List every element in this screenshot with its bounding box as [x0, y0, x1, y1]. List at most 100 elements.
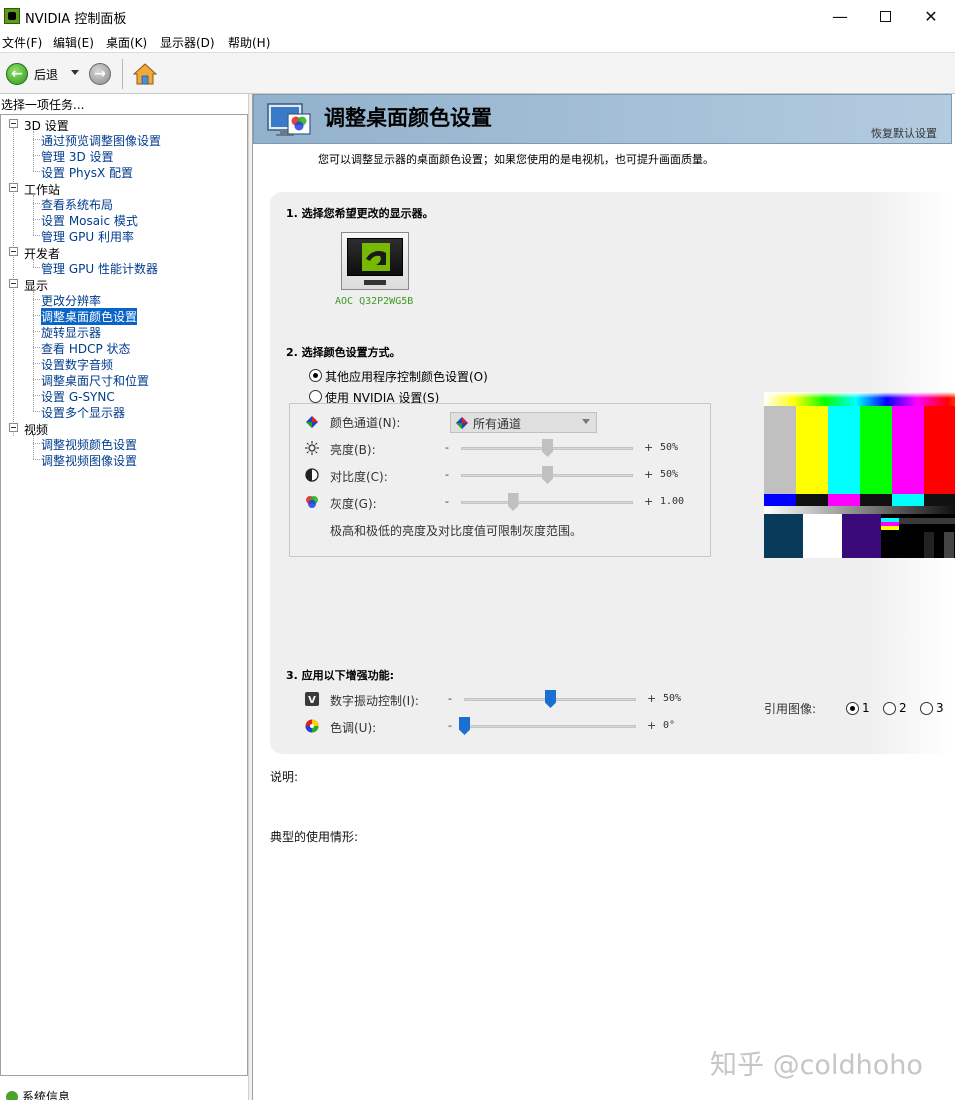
tree-item-manage-3d[interactable]: 管理 3D 设置 [41, 148, 114, 165]
reference-radio-2-label[interactable]: 2 [899, 701, 907, 715]
tree-item-gpu-counters[interactable]: 管理 GPU 性能计数器 [41, 260, 158, 277]
tree-branch-line [33, 219, 40, 220]
tree-item-preview-image[interactable]: 通过预览调整图像设置 [41, 132, 161, 149]
window-title: NVIDIA 控制面板 [25, 12, 127, 27]
hue-slider-track[interactable] [464, 725, 636, 728]
system-info-link[interactable]: 系统信息 [6, 1088, 70, 1100]
tree-branch-line [33, 299, 40, 300]
gamma-icon [306, 496, 318, 508]
svg-text:V: V [308, 695, 316, 706]
reference-radio-3[interactable] [920, 702, 933, 715]
hue-value: 0° [663, 720, 676, 731]
menu-desktop[interactable]: 桌面(K) [106, 34, 147, 51]
tree-item-desktop-size[interactable]: 调整桌面尺寸和位置 [41, 372, 149, 389]
menu-help[interactable]: 帮助(H) [228, 34, 270, 51]
gamma-value: 1.00 [660, 496, 685, 507]
task-tree: 3D 设置 通过预览调整图像设置 管理 3D 设置 设置 PhysX 配置 工作… [0, 114, 248, 1076]
expander-developer[interactable] [9, 247, 18, 256]
menu-display[interactable]: 显示器(D) [160, 34, 215, 51]
tree-item-system-topology[interactable]: 查看系统布局 [41, 196, 113, 213]
restore-defaults-link[interactable]: 恢复默认设置 [871, 125, 937, 141]
tree-item-resolution[interactable]: 更改分辨率 [41, 292, 101, 309]
task-panel-header: 选择一项任务... [1, 98, 85, 112]
tree-branch-line [33, 331, 40, 332]
page-intro: 您可以调整显示器的桌面颜色设置；如果您使用的是电视机，也可提升画面质量。 [318, 153, 714, 166]
tree-branch-line [33, 347, 40, 348]
vibrance-slider-thumb[interactable] [545, 690, 556, 708]
contrast-value: 50% [660, 469, 679, 480]
color-channel-select[interactable]: 所有通道 [450, 412, 597, 433]
expander-workstation[interactable] [9, 183, 18, 192]
tree-item-desktop-color[interactable]: 调整桌面颜色设置 [41, 308, 138, 325]
monitor-name: AOC Q32P2WG5B [335, 296, 414, 307]
watermark: 知乎 @coldhoho [710, 1050, 923, 1081]
hue-minus: - [448, 719, 452, 732]
desktop-color-icon [267, 103, 311, 136]
tree-branch-line [33, 435, 34, 459]
reference-radio-2[interactable] [883, 702, 896, 715]
radio-other-apps[interactable] [309, 369, 322, 382]
contrast-minus: - [445, 468, 449, 481]
expander-display[interactable] [9, 279, 18, 288]
usage-label: 典型的使用情形: [270, 830, 359, 844]
back-button-label[interactable]: 后退 [34, 66, 58, 83]
tree-item-digital-audio[interactable]: 设置数字音频 [41, 356, 113, 373]
home-icon[interactable] [133, 62, 157, 86]
tree-item-physx[interactable]: 设置 PhysX 配置 [41, 164, 133, 181]
forward-arrow-icon[interactable]: → [89, 63, 111, 85]
tree-item-multi-display[interactable]: 设置多个显示器 [41, 404, 125, 421]
title-bar: NVIDIA 控制面板 — ✕ [0, 0, 955, 32]
radio-nvidia-settings[interactable] [309, 390, 322, 403]
tree-item-mosaic[interactable]: 设置 Mosaic 模式 [41, 212, 138, 229]
expander-3d[interactable] [9, 119, 18, 128]
section-enhancements: 3. 应用以下增强功能: [286, 669, 395, 682]
tree-branch-line [33, 315, 40, 316]
maximize-button[interactable] [862, 0, 908, 32]
reference-radio-1-label[interactable]: 1 [862, 701, 870, 715]
vibrance-label: 数字振动控制(I): [330, 694, 419, 708]
back-arrow-icon[interactable]: ← [6, 63, 28, 85]
content-panel: 调整桌面颜色设置 恢复默认设置 您可以调整显示器的桌面颜色设置；如果您使用的是电… [253, 94, 955, 1100]
page-banner: 调整桌面颜色设置 恢复默认设置 [253, 94, 952, 144]
brightness-label: 亮度(B): [330, 443, 376, 457]
gamma-slider-track[interactable] [461, 501, 633, 504]
tree-item-rotate[interactable]: 旋转显示器 [41, 324, 101, 341]
tree-item-video-image[interactable]: 调整视频图像设置 [41, 452, 137, 469]
tree-item-gpu-utilization[interactable]: 管理 GPU 利用率 [41, 228, 134, 245]
tree-item-hdcp[interactable]: 查看 HDCP 状态 [41, 340, 131, 357]
vibrance-icon: V [305, 692, 319, 706]
system-info-label: 系统信息 [22, 1090, 71, 1100]
hue-slider-thumb[interactable] [459, 717, 470, 735]
page-title: 调整桌面颜色设置 [324, 105, 492, 130]
tree-item-gsync[interactable]: 设置 G-SYNC [41, 388, 115, 405]
contrast-icon [305, 468, 319, 482]
gamma-minus: - [445, 495, 449, 508]
menu-file[interactable]: 文件(F) [2, 34, 42, 51]
tree-branch-line [33, 411, 40, 412]
monitor-stand [364, 280, 386, 285]
history-dropdown-icon[interactable] [71, 70, 79, 75]
tree-branch-line [33, 195, 34, 235]
radio-other-apps-label[interactable]: 其他应用程序控制颜色设置(O) [325, 368, 488, 385]
hue-plus: + [647, 719, 657, 732]
reference-image-label: 引用图像: [764, 702, 817, 716]
menu-bar: 文件(F) 编辑(E) 桌面(K) 显示器(D) 帮助(H) [0, 32, 955, 52]
gamma-plus: + [644, 495, 654, 508]
contrast-label: 对比度(C): [330, 470, 388, 484]
section-color-method: 2. 选择颜色设置方式。 [286, 346, 401, 359]
tree-item-video-color[interactable]: 调整视频颜色设置 [41, 436, 137, 453]
tree-branch-line [33, 203, 40, 204]
reference-radio-1[interactable] [846, 702, 859, 715]
brightness-value: 50% [660, 442, 679, 453]
monitor-tile[interactable] [341, 232, 409, 290]
menu-edit[interactable]: 编辑(E) [53, 34, 94, 51]
expander-video[interactable] [9, 423, 18, 432]
tree-branch-line [33, 171, 40, 172]
close-button[interactable]: ✕ [908, 0, 954, 32]
reference-radio-3-label[interactable]: 3 [936, 701, 944, 715]
brightness-icon [305, 441, 319, 455]
minimize-button[interactable]: — [817, 0, 863, 32]
section-select-display: 1. 选择您希望更改的显示器。 [286, 207, 434, 220]
hue-icon [305, 719, 319, 733]
contrast-plus: + [644, 468, 654, 481]
